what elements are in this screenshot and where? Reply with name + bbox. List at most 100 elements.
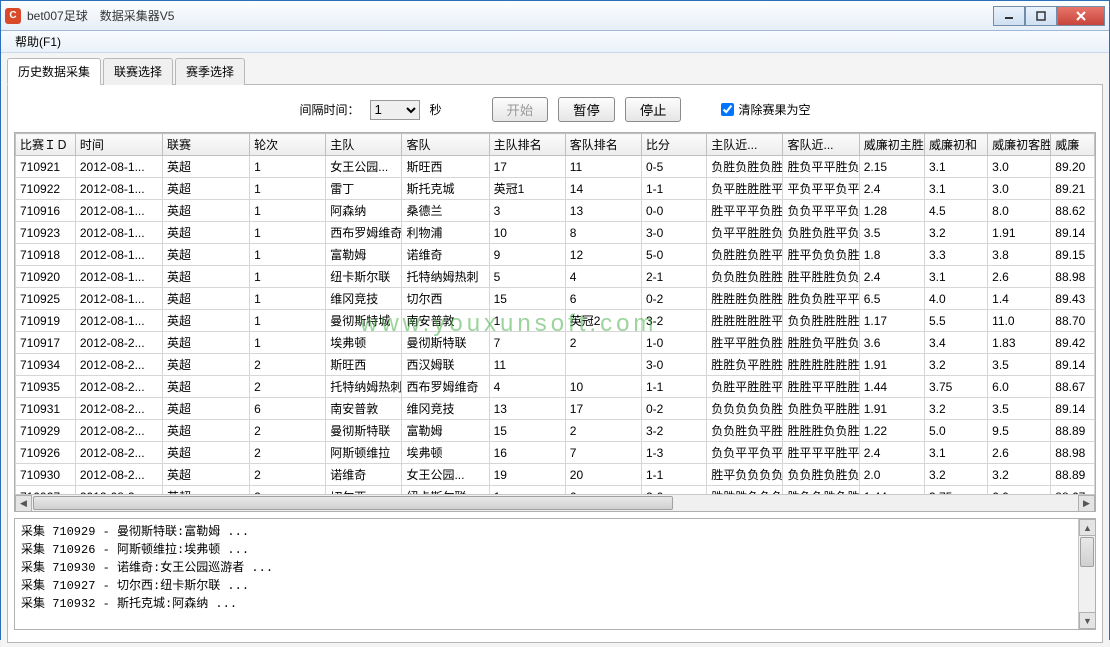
column-header[interactable]: 威廉 bbox=[1051, 134, 1095, 156]
scroll-down-icon[interactable]: ▼ bbox=[1079, 612, 1096, 629]
column-header[interactable]: 主队近... bbox=[707, 134, 783, 156]
table-row[interactable]: 7109192012-08-1...英超1曼彻斯特城南安普敦1英冠23-2胜胜胜… bbox=[16, 310, 1095, 332]
table-row[interactable]: 7109342012-08-2...英超2斯旺西西汉姆联113-0胜胜负平胜胜胜… bbox=[16, 354, 1095, 376]
column-header[interactable]: 客队 bbox=[402, 134, 489, 156]
cell: 曼彻斯特联 bbox=[326, 420, 402, 442]
cell: 2.15 bbox=[859, 156, 924, 178]
cell: 12 bbox=[565, 244, 641, 266]
log-line: 采集 710926 - 阿斯顿维拉:埃弗顿 ... bbox=[21, 541, 1072, 559]
cell: 负负负负负胜 bbox=[707, 398, 783, 420]
column-header[interactable]: 轮次 bbox=[250, 134, 326, 156]
pause-button[interactable]: 暂停 bbox=[558, 97, 615, 122]
cell: 3.5 bbox=[988, 354, 1051, 376]
cell: 1.8 bbox=[859, 244, 924, 266]
horizontal-scrollbar[interactable]: ◀ ▶ bbox=[15, 494, 1095, 511]
cell: 2012-08-2... bbox=[75, 420, 162, 442]
cell: 1.22 bbox=[859, 420, 924, 442]
cell: 9 bbox=[489, 244, 565, 266]
menu-help[interactable]: 帮助(F1) bbox=[7, 31, 69, 52]
table-row[interactable]: 7109312012-08-2...英超6南安普敦维冈竞技13170-2负负负负… bbox=[16, 398, 1095, 420]
cell: 0-2 bbox=[641, 288, 706, 310]
scroll-up-icon[interactable]: ▲ bbox=[1079, 519, 1096, 536]
cell: 英超 bbox=[162, 376, 249, 398]
cell: 11 bbox=[489, 354, 565, 376]
cell: 负负胜胜胜胜 bbox=[783, 310, 859, 332]
cell: 斯旺西 bbox=[326, 354, 402, 376]
column-header[interactable]: 客队近... bbox=[783, 134, 859, 156]
stop-button[interactable]: 停止 bbox=[625, 97, 682, 122]
close-button[interactable] bbox=[1057, 6, 1105, 26]
cell: 1.44 bbox=[859, 376, 924, 398]
table-row[interactable]: 7109212012-08-1...英超1女王公园...斯旺西17110-5负胜… bbox=[16, 156, 1095, 178]
cell: 2012-08-1... bbox=[75, 200, 162, 222]
cell: 710917 bbox=[16, 332, 76, 354]
scroll-thumb[interactable] bbox=[33, 496, 673, 510]
cell: 1-0 bbox=[641, 332, 706, 354]
cell: 3.2 bbox=[925, 222, 988, 244]
cell: 11.0 bbox=[988, 310, 1051, 332]
cell: 2012-08-2... bbox=[75, 486, 162, 495]
table-row[interactable]: 7109252012-08-1...英超1维冈竞技切尔西1560-2胜胜胜负胜胜… bbox=[16, 288, 1095, 310]
interval-select[interactable]: 1 bbox=[370, 100, 420, 120]
log-scrollbar[interactable]: ▲ ▼ bbox=[1078, 519, 1095, 629]
table-row[interactable]: 7109222012-08-1...英超1雷丁斯托克城英冠1141-1负平胜胜胜… bbox=[16, 178, 1095, 200]
cell: 3.2 bbox=[925, 398, 988, 420]
table-row[interactable]: 7109232012-08-1...英超1西布罗姆维奇利物浦1083-0负平平胜… bbox=[16, 222, 1095, 244]
column-header[interactable]: 时间 bbox=[75, 134, 162, 156]
table-row[interactable]: 7109182012-08-1...英超1富勒姆诺维奇9125-0负胜胜负胜平胜… bbox=[16, 244, 1095, 266]
scroll-right-icon[interactable]: ▶ bbox=[1078, 495, 1095, 512]
column-header[interactable]: 威廉初客胜 bbox=[988, 134, 1051, 156]
table-row[interactable]: 7109272012-08-2...英超2切尔西纽卡斯尔联162-0胜胜胜负负负… bbox=[16, 486, 1095, 495]
cell: 3 bbox=[489, 200, 565, 222]
cell: 89.14 bbox=[1051, 354, 1095, 376]
table-row[interactable]: 7109292012-08-2...英超2曼彻斯特联富勒姆1523-2负负胜负平… bbox=[16, 420, 1095, 442]
cell: 1 bbox=[489, 310, 565, 332]
cell: 1 bbox=[250, 310, 326, 332]
column-header[interactable]: 比分 bbox=[641, 134, 706, 156]
cell: 1 bbox=[489, 486, 565, 495]
cell: 2 bbox=[565, 332, 641, 354]
cell: 17 bbox=[565, 398, 641, 420]
cell: 16 bbox=[489, 442, 565, 464]
cell: 富勒姆 bbox=[402, 420, 489, 442]
table-row[interactable]: 7109302012-08-2...英超2诺维奇女王公园...19201-1胜平… bbox=[16, 464, 1095, 486]
table-row[interactable]: 7109162012-08-1...英超1阿森纳桑德兰3130-0胜平平平负胜负… bbox=[16, 200, 1095, 222]
minimize-button[interactable] bbox=[993, 6, 1025, 26]
maximize-button[interactable] bbox=[1025, 6, 1057, 26]
cell: 胜平负负负负 bbox=[707, 464, 783, 486]
cell: 斯托克城 bbox=[402, 178, 489, 200]
table-row[interactable]: 7109202012-08-1...英超1纽卡斯尔联托特纳姆热刺542-1负负胜… bbox=[16, 266, 1095, 288]
column-header[interactable]: 客队排名 bbox=[565, 134, 641, 156]
clear-empty-input[interactable] bbox=[721, 103, 734, 116]
table-row[interactable]: 7109352012-08-2...英超2托特纳姆热刺西布罗姆维奇4101-1负… bbox=[16, 376, 1095, 398]
cell: 710921 bbox=[16, 156, 76, 178]
cell: 负胜负平胜胜 bbox=[783, 398, 859, 420]
table-row[interactable]: 7109172012-08-2...英超1埃弗顿曼彻斯特联721-0胜平平胜负胜… bbox=[16, 332, 1095, 354]
log-scroll-thumb[interactable] bbox=[1080, 537, 1094, 567]
scroll-left-icon[interactable]: ◀ bbox=[15, 495, 32, 512]
cell: 710935 bbox=[16, 376, 76, 398]
cell: 胜胜负平胜负 bbox=[783, 332, 859, 354]
cell: 2012-08-1... bbox=[75, 288, 162, 310]
column-header[interactable]: 联赛 bbox=[162, 134, 249, 156]
column-header[interactable]: 主队 bbox=[326, 134, 402, 156]
cell: 1.44 bbox=[859, 486, 924, 495]
cell: 6 bbox=[250, 398, 326, 420]
cell: 托特纳姆热刺 bbox=[326, 376, 402, 398]
cell: 2012-08-1... bbox=[75, 266, 162, 288]
column-header[interactable]: 威廉初和 bbox=[925, 134, 988, 156]
cell: 2.4 bbox=[859, 178, 924, 200]
tab-season[interactable]: 赛季选择 bbox=[175, 58, 245, 85]
cell: 负胜负胜负胜 bbox=[707, 156, 783, 178]
column-header[interactable]: 主队排名 bbox=[489, 134, 565, 156]
cell: 英冠2 bbox=[565, 310, 641, 332]
log-line: 采集 710927 - 切尔西:纽卡斯尔联 ... bbox=[21, 577, 1072, 595]
table-row[interactable]: 7109262012-08-2...英超2阿斯顿维拉埃弗顿1671-3负负平平负… bbox=[16, 442, 1095, 464]
cell: 6.5 bbox=[859, 288, 924, 310]
column-header[interactable]: 比赛ＩＤ bbox=[16, 134, 76, 156]
start-button[interactable]: 开始 bbox=[492, 97, 549, 122]
tab-history[interactable]: 历史数据采集 bbox=[7, 58, 101, 85]
clear-empty-checkbox[interactable]: 清除赛果为空 bbox=[721, 101, 810, 118]
column-header[interactable]: 威廉初主胜 bbox=[859, 134, 924, 156]
tab-league[interactable]: 联赛选择 bbox=[103, 58, 173, 85]
